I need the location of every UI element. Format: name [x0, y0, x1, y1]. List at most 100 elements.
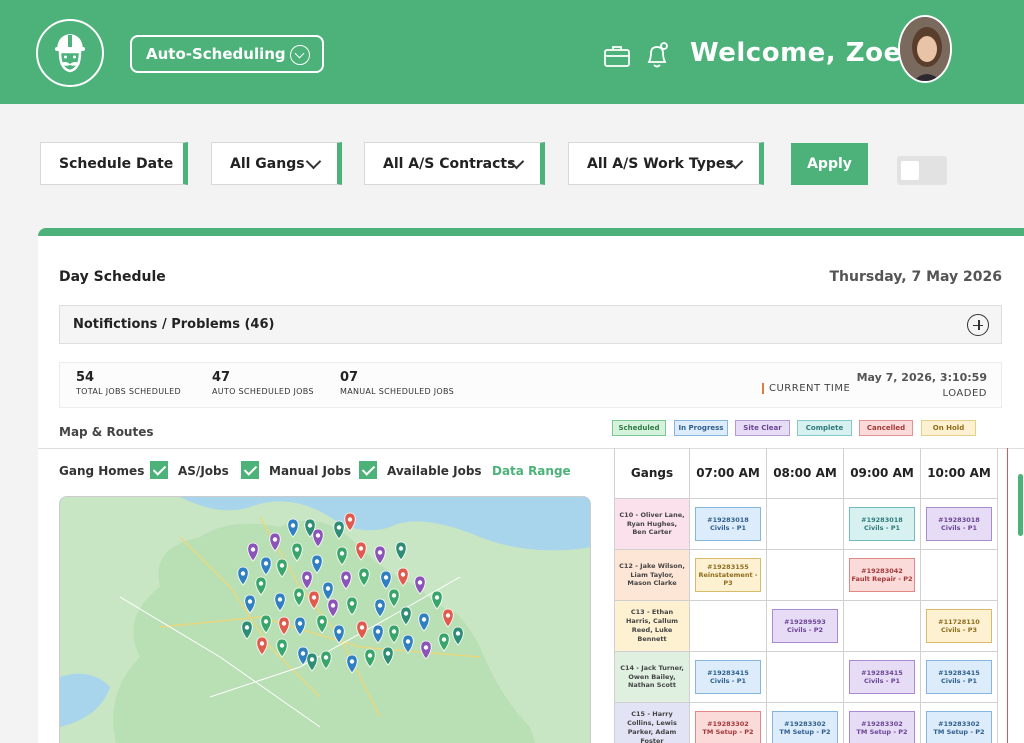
grid-header-time: 08:00 AM — [767, 448, 844, 499]
gang-cell[interactable]: C10 - Oliver Lane, Ryan Hughes, Ben Cart… — [615, 499, 690, 550]
notifications-bar[interactable]: Notifictions / Problems (46) — [59, 305, 1002, 344]
apply-button[interactable]: Apply — [791, 143, 868, 185]
chevron-down-icon — [305, 153, 322, 170]
user-avatar[interactable] — [898, 15, 952, 83]
map-pin-dot — [319, 619, 325, 624]
map-pin-dot — [294, 547, 300, 552]
job-card[interactable]: #19283018 Civils - P1 — [849, 507, 915, 541]
time-slot[interactable]: #19283415 Civils - P1 — [690, 652, 767, 703]
time-slot[interactable]: #19283302 TM Setup - P2 — [690, 703, 767, 743]
available-jobs-label: Available Jobs — [387, 464, 482, 478]
time-slot[interactable] — [767, 652, 844, 703]
day-schedule-panel: Day Schedule Thursday, 7 May 2026 Notifi… — [38, 228, 1024, 743]
time-slot[interactable]: #19283018 Civils - P1 — [844, 499, 921, 550]
job-type: Civils - P1 — [709, 677, 747, 685]
map-pin-dot — [349, 601, 355, 606]
time-slot[interactable]: #19283018 Civils - P1 — [921, 499, 998, 550]
map-pin-dot — [391, 593, 397, 598]
gang-cell[interactable]: C15 - Harry Collins, Lewis Parker, Adam … — [615, 703, 690, 743]
gang-cell[interactable]: C14 - Jack Turner, Owen Bailey, Nathan S… — [615, 652, 690, 703]
time-slot[interactable]: #19283042 Fault Repair - P2 — [844, 550, 921, 601]
job-card[interactable]: #19283415 Civils - P1 — [695, 660, 761, 694]
map-pin-dot — [398, 546, 404, 551]
as-jobs-checkbox[interactable] — [150, 461, 168, 479]
map-pin-dot — [434, 595, 440, 600]
vertical-scrollbar[interactable] — [1018, 474, 1023, 536]
gang-cell[interactable]: C13 - Ethan Harris, Callum Reed, Luke Be… — [615, 601, 690, 652]
job-card[interactable]: #19283018 Civils - P1 — [695, 507, 761, 541]
map-pin-dot — [297, 621, 303, 626]
job-card[interactable]: #19289593 Civils - P2 — [772, 609, 838, 643]
legend-label: In Progress — [678, 424, 724, 432]
grid-header-time: 09:00 AM — [844, 448, 921, 499]
job-card[interactable]: #19283302 TM Setup - P2 — [926, 711, 992, 743]
view-toggle[interactable] — [897, 156, 947, 185]
map-pin-dot — [311, 595, 317, 600]
manual-jobs-label: Manual Jobs — [269, 464, 351, 478]
job-card[interactable]: #19283302 TM Setup - P2 — [695, 711, 761, 743]
time-slot[interactable]: #11728110 Civils - P3 — [921, 601, 998, 652]
welcome-text: Welcome, Zoe! — [690, 38, 914, 68]
time-slot[interactable] — [844, 601, 921, 652]
map-pin-dot — [240, 571, 246, 576]
job-card[interactable]: #19283018 Civils - P1 — [926, 507, 992, 541]
work-types-filter[interactable]: All A/S Work Types — [568, 142, 764, 185]
legend-label: Scheduled — [618, 424, 660, 432]
map-pin-dot — [403, 611, 409, 616]
time-slot[interactable]: #19283415 Civils - P1 — [844, 652, 921, 703]
available-jobs-checkbox[interactable] — [359, 461, 377, 479]
map-pin-dot — [336, 525, 342, 530]
map-pin-dot — [258, 581, 264, 586]
map-pin-dot — [405, 639, 411, 644]
time-slot[interactable]: #19283302 TM Setup - P2 — [921, 703, 998, 743]
map-pin-dot — [279, 643, 285, 648]
time-slot[interactable] — [767, 499, 844, 550]
job-card[interactable]: #19283302 TM Setup - P2 — [772, 711, 838, 743]
job-type: Civils - P1 — [863, 677, 901, 685]
job-card[interactable]: #19283415 Civils - P1 — [849, 660, 915, 694]
module-selector[interactable]: Auto-Scheduling — [130, 35, 324, 73]
legend-scheduled: Scheduled — [612, 420, 666, 436]
job-type: TM Setup - P2 — [702, 728, 754, 736]
time-slot[interactable]: #19283302 TM Setup - P2 — [767, 703, 844, 743]
chevron-down-icon — [290, 45, 310, 65]
legend-cancelled: Cancelled — [859, 420, 913, 436]
loaded-label: LOADED — [942, 388, 987, 399]
job-id: #19283302 — [707, 719, 749, 728]
job-card[interactable]: #19283155 Reinstatement - P3 — [695, 558, 761, 592]
manual-jobs-checkbox[interactable] — [241, 461, 259, 479]
time-slot[interactable]: #19289593 Civils - P2 — [767, 601, 844, 652]
job-type: TM Setup - P2 — [856, 728, 908, 736]
time-slot[interactable] — [690, 601, 767, 652]
job-card[interactable]: #11728110 Civils - P3 — [926, 609, 992, 643]
legend-label: Site Clear — [743, 424, 782, 432]
briefcase-icon[interactable] — [603, 42, 631, 70]
stat-total: 54 TOTAL JOBS SCHEDULED — [76, 370, 181, 396]
stat-auto-number: 47 — [212, 370, 231, 385]
gang-cell[interactable]: C12 - Jake Wilson, Liam Taylor, Mason Cl… — [615, 550, 690, 601]
legend-site-clear: Site Clear — [735, 420, 790, 436]
map-pin-dot — [421, 617, 427, 622]
schedule-date-filter[interactable]: Schedule Date — [40, 142, 188, 185]
expand-plus-icon[interactable] — [967, 314, 989, 336]
time-slot[interactable]: #19283302 TM Setup - P2 — [844, 703, 921, 743]
data-range-link[interactable]: Data Range — [492, 464, 571, 478]
map-pin-dot — [279, 563, 285, 568]
time-slot[interactable]: #19283415 Civils - P1 — [921, 652, 998, 703]
job-card[interactable]: #19283302 TM Setup - P2 — [849, 711, 915, 743]
time-slot[interactable]: #19283018 Civils - P1 — [690, 499, 767, 550]
map-pin-dot — [247, 599, 253, 604]
worker-mascot-icon[interactable] — [36, 19, 104, 87]
time-slot[interactable] — [767, 550, 844, 601]
bell-alert-icon[interactable] — [643, 40, 671, 68]
contracts-filter[interactable]: All A/S Contracts — [364, 142, 545, 185]
job-card[interactable]: #19283415 Civils - P1 — [926, 660, 992, 694]
job-card[interactable]: #19283042 Fault Repair - P2 — [849, 558, 915, 592]
time-slot[interactable]: #19283155 Reinstatement - P3 — [690, 550, 767, 601]
stat-manual-number: 07 — [340, 370, 359, 385]
jobs-map[interactable] — [59, 496, 591, 743]
map-pin-dot — [296, 592, 302, 597]
time-slot[interactable] — [921, 550, 998, 601]
map-pin-dot — [315, 533, 321, 538]
gangs-filter[interactable]: All Gangs — [211, 142, 342, 185]
